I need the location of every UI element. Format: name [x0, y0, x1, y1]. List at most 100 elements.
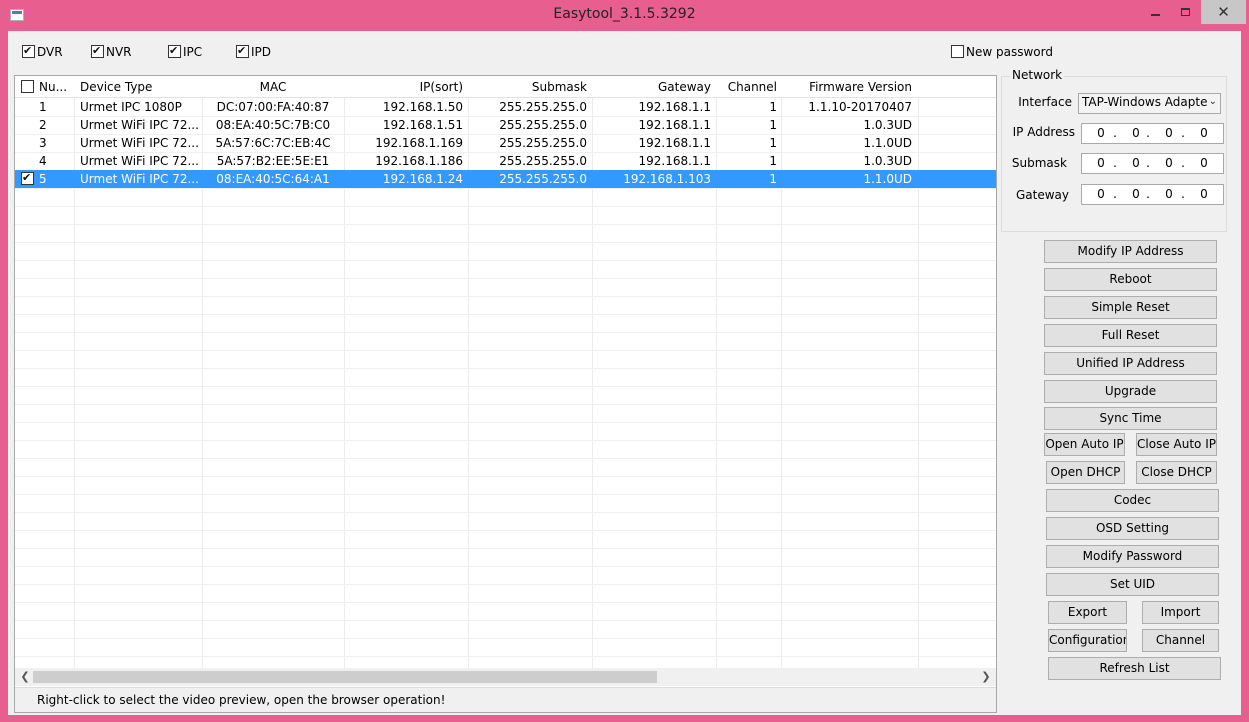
header-channel[interactable]: Channel: [717, 78, 777, 96]
cell-mac-address: 08:EA:40:5C:64:A1: [216, 172, 330, 186]
simple-reset-button[interactable]: Simple Reset: [1044, 296, 1217, 319]
row-divider: [15, 548, 996, 549]
refresh-list-button[interactable]: Refresh List: [1048, 657, 1221, 680]
gateway-field[interactable]: 0 0 0 0...: [1081, 184, 1224, 205]
cell-gateway: 192.168.1.1: [638, 136, 711, 150]
filter-dvr-label: DVR: [37, 45, 63, 59]
row-divider: [15, 656, 996, 657]
submask-field[interactable]: 0 0 0 0...: [1081, 153, 1224, 174]
header-firmware[interactable]: Firmware Version: [782, 78, 912, 96]
horizontal-scrollbar[interactable]: ❮ ❯: [15, 668, 996, 686]
ip-separator: .: [1146, 156, 1150, 170]
header-mac[interactable]: MAC: [203, 78, 343, 96]
interface-label: Interface: [1018, 95, 1072, 109]
table-row[interactable]: 1 Urmet IPC 1080P DC:07:00:FA:40:87 192.168…: [15, 98, 996, 116]
table-row[interactable]: 2 Urmet WiFi IPC 72... 08:EA:40:5C:7B:C0 19…: [15, 116, 996, 134]
cell-device-type: Urmet WiFi IPC 72...: [80, 136, 199, 150]
cell-row-number: 2: [39, 118, 47, 132]
new-password-checkbox[interactable]: [951, 45, 964, 58]
header-num[interactable]: Nu...: [39, 78, 75, 96]
ip-separator: .: [1113, 156, 1117, 170]
minimize-button[interactable]: [1140, 0, 1170, 24]
filter-nvr-checkbox[interactable]: [91, 45, 104, 58]
configuration-button[interactable]: Configuration: [1048, 629, 1127, 652]
row-divider: [15, 584, 996, 585]
scroll-left-icon[interactable]: ❮: [17, 669, 33, 685]
ip-separator: .: [1146, 187, 1150, 201]
ip-octet[interactable]: 0: [1162, 126, 1176, 140]
header-device-type[interactable]: Device Type: [80, 78, 200, 96]
table-row[interactable]: 4 Urmet WiFi IPC 72... 5A:57:B2:EE:5E:E1 19…: [15, 152, 996, 170]
row-divider: [15, 530, 996, 531]
cell-submask: 255.255.255.0: [499, 172, 587, 186]
cell-device-type: Urmet IPC 1080P: [80, 100, 182, 114]
channel-button[interactable]: Channel: [1142, 629, 1219, 652]
filter-ipc-label: IPC: [183, 45, 203, 59]
reboot-button[interactable]: Reboot: [1044, 268, 1217, 291]
ip-octet[interactable]: 0: [1162, 187, 1176, 201]
row-divider: [15, 512, 996, 513]
close-dhcp-button[interactable]: Close DHCP: [1136, 461, 1217, 484]
header-gateway[interactable]: Gateway: [593, 78, 711, 96]
cell-mac-address: 08:EA:40:5C:7B:C0: [215, 118, 331, 132]
row-divider: [15, 476, 996, 477]
scroll-thumb[interactable]: [33, 671, 657, 683]
osd-setting-button[interactable]: OSD Setting: [1046, 517, 1219, 540]
ip-octet[interactable]: 0: [1162, 156, 1176, 170]
ip-octet[interactable]: 0: [1094, 156, 1108, 170]
header-ip[interactable]: IP(sort): [345, 78, 463, 96]
import-button[interactable]: Import: [1142, 601, 1219, 624]
modify-ip-address-button[interactable]: Modify IP Address: [1044, 240, 1217, 263]
cell-submask: 255.255.255.0: [499, 100, 587, 114]
cell-ip-address: 192.168.1.24: [382, 172, 463, 186]
ip-address-field[interactable]: 0 0 0 0...: [1081, 123, 1224, 144]
interface-value: TAP-Windows Adapte: [1082, 95, 1208, 109]
ip-octet[interactable]: 0: [1197, 126, 1211, 140]
codec-button[interactable]: Codec: [1046, 489, 1219, 512]
row-divider: [15, 368, 996, 369]
row-divider: [15, 278, 996, 279]
header-submask[interactable]: Submask: [469, 78, 587, 96]
upgrade-button[interactable]: Upgrade: [1044, 380, 1217, 403]
ip-octet[interactable]: 0: [1197, 156, 1211, 170]
ip-octet[interactable]: 0: [1129, 156, 1143, 170]
row-divider: [15, 422, 996, 423]
scroll-right-icon[interactable]: ❯: [978, 669, 994, 685]
cell-channel: 1: [769, 118, 777, 132]
interface-select[interactable]: TAP-Windows Adapte ⌄: [1078, 93, 1221, 114]
ip-octet[interactable]: 0: [1094, 126, 1108, 140]
row-checkbox[interactable]: [21, 172, 34, 185]
ip-octet[interactable]: 0: [1129, 187, 1143, 201]
set-uid-button[interactable]: Set UID: [1046, 573, 1219, 596]
ip-octet[interactable]: 0: [1197, 187, 1211, 201]
filter-ipc-checkbox[interactable]: [168, 45, 181, 58]
open-dhcp-button[interactable]: Open DHCP: [1046, 461, 1125, 484]
select-all-checkbox[interactable]: [21, 80, 34, 93]
open-auto-ip-button[interactable]: Open Auto IP: [1044, 433, 1125, 456]
filter-ipd-label: IPD: [251, 45, 272, 59]
ip-octet[interactable]: 0: [1129, 126, 1143, 140]
row-divider: [15, 296, 996, 297]
filter-dvr-checkbox[interactable]: [22, 45, 35, 58]
cell-device-type: Urmet WiFi IPC 72...: [80, 118, 199, 132]
ip-octet[interactable]: 0: [1094, 187, 1108, 201]
export-button[interactable]: Export: [1048, 601, 1127, 624]
cell-mac-address: DC:07:00:FA:40:87: [216, 100, 330, 114]
main-window: DVR NVR IPC IPD New password Nu... Devic…: [8, 31, 1241, 715]
full-reset-button[interactable]: Full Reset: [1044, 324, 1217, 347]
title-bar: Easytool_3.1.5.3292 ✕: [0, 0, 1249, 30]
table-row[interactable]: 5 Urmet WiFi IPC 72... 08:EA:40:5C:64:A1 19…: [15, 170, 996, 188]
cell-submask: 255.255.255.0: [499, 136, 587, 150]
filter-ipd-checkbox[interactable]: [236, 45, 249, 58]
row-divider: [15, 386, 996, 387]
cell-gateway: 192.168.1.1: [638, 154, 711, 168]
table-row[interactable]: 3 Urmet WiFi IPC 72... 5A:57:6C:7C:EB:4C 19…: [15, 134, 996, 152]
unified-ip-address-button[interactable]: Unified IP Address: [1044, 352, 1217, 375]
close-auto-ip-button[interactable]: Close Auto IP: [1136, 433, 1217, 456]
maximize-button[interactable]: [1170, 0, 1200, 24]
cell-row-number: 1: [39, 100, 47, 114]
sync-time-button[interactable]: Sync Time: [1044, 407, 1217, 430]
cell-channel: 1: [769, 100, 777, 114]
modify-password-button[interactable]: Modify Password: [1046, 545, 1219, 568]
close-button[interactable]: ✕: [1201, 0, 1246, 24]
